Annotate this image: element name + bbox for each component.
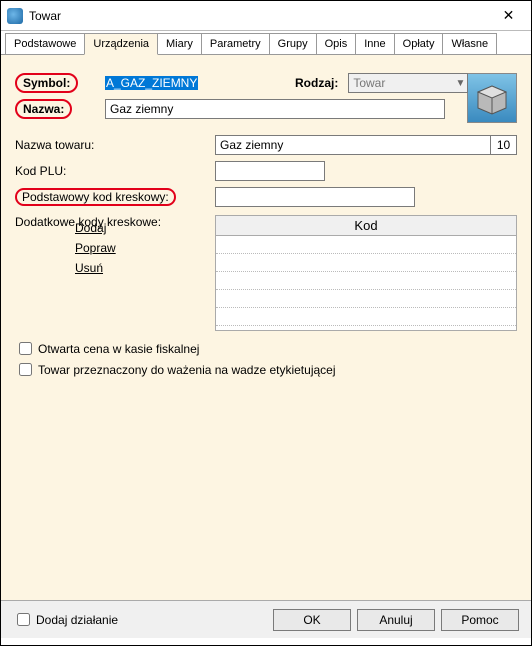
titlebar: Towar ✕ — [1, 1, 531, 31]
tab-oplaty[interactable]: Opłaty — [394, 33, 444, 54]
tab-parametry[interactable]: Parametry — [201, 33, 270, 54]
tab-opis[interactable]: Opis — [316, 33, 357, 54]
table-row — [216, 254, 516, 272]
table-row — [216, 236, 516, 254]
symbol-field[interactable]: A_GAZ_ZIEMNY — [105, 76, 245, 90]
tab-miary[interactable]: Miary — [157, 33, 202, 54]
open-price-label: Otwarta cena w kasie fiskalnej — [38, 342, 199, 356]
kod-plu-field[interactable] — [215, 161, 325, 181]
add-action-label: Dodaj działanie — [36, 613, 118, 627]
tab-panel: Symbol: A_GAZ_ZIEMNY Rodzaj: Towar ▼ Naz… — [1, 55, 531, 600]
nazwa-label: Nazwa: — [15, 99, 72, 119]
tab-inne[interactable]: Inne — [355, 33, 394, 54]
table-row — [216, 272, 516, 290]
window-title: Towar — [29, 9, 486, 23]
close-button[interactable]: ✕ — [486, 1, 531, 31]
tab-grupy[interactable]: Grupy — [269, 33, 317, 54]
table-row — [216, 308, 516, 326]
footer: Dodaj działanie OK Anuluj Pomoc — [1, 600, 531, 638]
weigh-checkbox[interactable] — [19, 363, 32, 376]
chevron-down-icon: ▼ — [455, 78, 465, 89]
app-icon — [7, 8, 23, 24]
close-icon: ✕ — [503, 7, 515, 24]
rodzaj-value: Towar — [353, 76, 385, 90]
edit-barcode-link[interactable]: Popraw — [75, 241, 215, 255]
tabstrip: Podstawowe Urządzenia Miary Parametry Gr… — [1, 31, 531, 55]
help-button[interactable]: Pomoc — [441, 609, 519, 631]
weigh-label: Towar przeznaczony do ważenia na wadze e… — [38, 363, 336, 377]
rodzaj-select[interactable]: Towar ▼ — [348, 73, 468, 93]
barcode-table[interactable]: Kod — [215, 215, 517, 331]
tab-wlasne[interactable]: Własne — [442, 33, 497, 54]
kod-plu-label: Kod PLU: — [15, 164, 215, 178]
tab-urzadzenia[interactable]: Urządzenia — [84, 33, 158, 55]
add-barcode-link[interactable]: Dodaj — [75, 221, 215, 235]
nazwa-towaru-label: Nazwa towaru: — [15, 138, 215, 152]
nazwa-towaru-count — [490, 136, 516, 154]
open-price-checkbox[interactable] — [19, 342, 32, 355]
cancel-button[interactable]: Anuluj — [357, 609, 435, 631]
table-row — [216, 290, 516, 308]
nazwa-towaru-group — [215, 135, 517, 155]
nazwa-field[interactable] — [105, 99, 445, 119]
tab-podstawowe[interactable]: Podstawowe — [5, 33, 85, 54]
rodzaj-label: Rodzaj: — [295, 76, 338, 90]
barcode-field[interactable] — [215, 187, 415, 207]
symbol-value: A_GAZ_ZIEMNY — [105, 76, 198, 90]
barcode-links: Dodaj Popraw Usuń — [15, 215, 215, 331]
nazwa-towaru-field[interactable] — [216, 136, 490, 154]
product-image[interactable] — [467, 73, 517, 123]
barcode-label: Podstawowy kod kreskowy: — [15, 188, 176, 206]
symbol-label: Symbol: — [15, 73, 78, 93]
cube-icon — [472, 78, 512, 118]
barcode-table-header: Kod — [216, 216, 516, 236]
delete-barcode-link[interactable]: Usuń — [75, 261, 215, 275]
add-action-checkbox[interactable] — [17, 613, 30, 626]
ok-button[interactable]: OK — [273, 609, 351, 631]
